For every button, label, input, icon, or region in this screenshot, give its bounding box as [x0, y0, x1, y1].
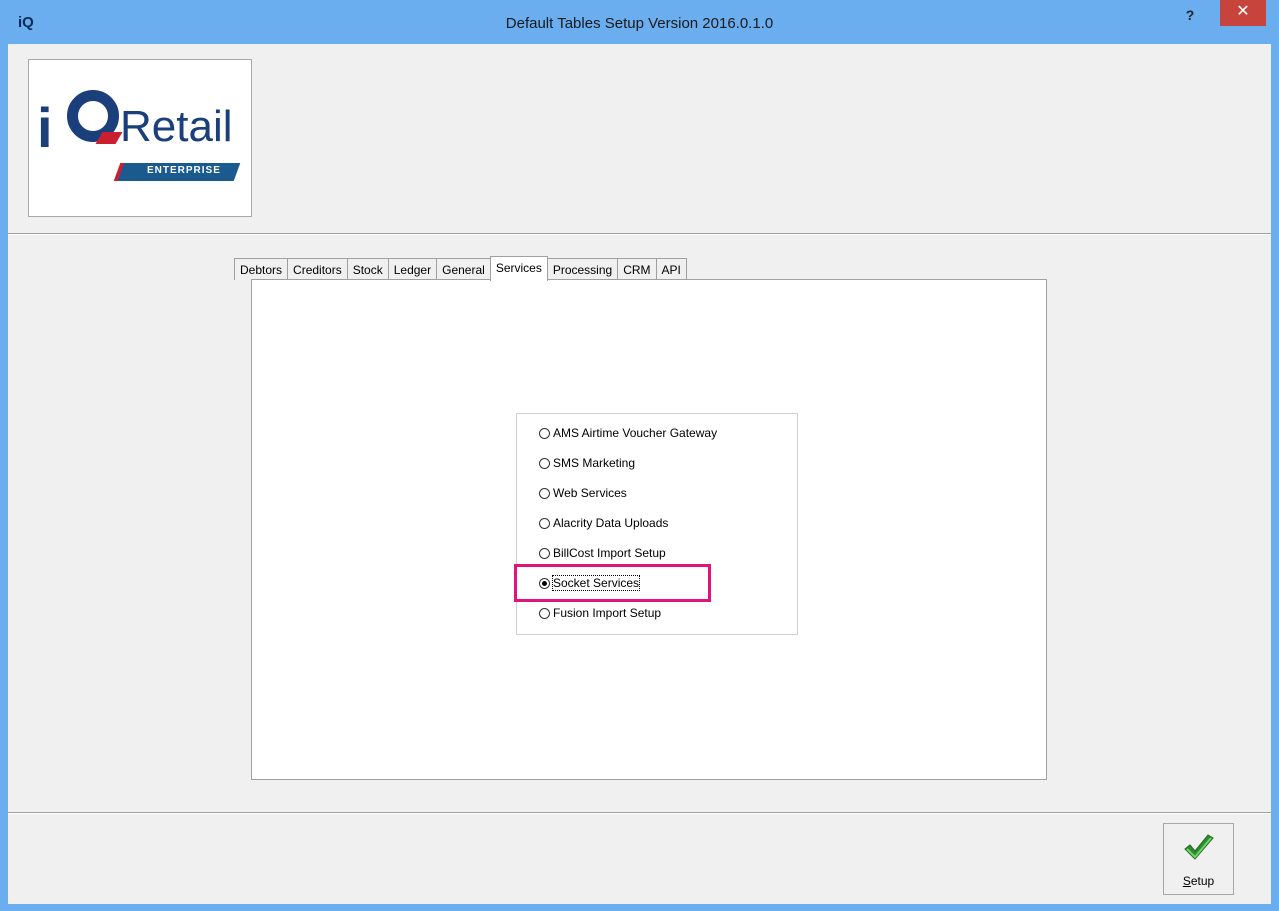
radio-circle-icon[interactable] — [539, 547, 550, 559]
radio-label[interactable]: SMS Marketing — [553, 456, 635, 470]
tab-debtors[interactable]: Debtors — [234, 258, 289, 280]
tab-creditors[interactable]: Creditors — [287, 258, 348, 280]
radio-circle-icon[interactable] — [539, 457, 550, 469]
highlight-box — [514, 564, 711, 602]
tab-strip: Debtors Creditors Stock Ledger General S… — [234, 256, 687, 281]
radio-label[interactable]: BillCost Import Setup — [553, 546, 666, 560]
radio-alacrity-data-uploads[interactable]: Alacrity Data Uploads — [539, 513, 668, 533]
radio-circle-icon[interactable] — [539, 517, 550, 529]
radio-circle-icon[interactable] — [539, 607, 550, 619]
radio-sms-marketing[interactable]: SMS Marketing — [539, 453, 635, 473]
logo-i-letter: i — [37, 96, 53, 159]
help-button[interactable]: ? — [1175, 6, 1205, 28]
radio-billcost-import[interactable]: BillCost Import Setup — [539, 543, 666, 563]
radio-circle-icon[interactable] — [539, 487, 550, 499]
radio-ams-airtime[interactable]: AMS Airtime Voucher Gateway — [539, 423, 717, 443]
iq-retail-logo: i Retail ENTERPRISE — [28, 59, 252, 217]
tab-api[interactable]: API — [655, 258, 687, 280]
header-divider — [8, 233, 1271, 235]
radio-fusion-import[interactable]: Fusion Import Setup — [539, 603, 661, 623]
setup-button-label: Setup — [1182, 874, 1215, 888]
window-title: Default Tables Setup Version 2016.0.1.0 — [505, 15, 774, 32]
title-bar[interactable]: iQ Default Tables Setup Version 2016.0.1… — [0, 0, 1279, 44]
client-area: i Retail ENTERPRISE Debtors Creditors St… — [8, 44, 1271, 904]
tab-crm[interactable]: CRM — [617, 258, 657, 280]
tab-services[interactable]: Services — [489, 256, 548, 281]
tab-processing[interactable]: Processing — [546, 258, 619, 280]
tab-stock[interactable]: Stock — [346, 258, 389, 280]
radio-circle-icon[interactable] — [539, 427, 550, 439]
logo-brand-text: Retail — [120, 102, 233, 151]
radio-label[interactable]: Fusion Import Setup — [553, 606, 661, 620]
setup-button[interactable]: Setup — [1163, 823, 1234, 895]
footer-divider — [8, 812, 1271, 814]
app-window: iQ Default Tables Setup Version 2016.0.1… — [0, 0, 1279, 911]
tab-ledger[interactable]: Ledger — [387, 258, 438, 280]
radio-label[interactable]: Alacrity Data Uploads — [553, 516, 668, 530]
logo-sub-text: ENTERPRISE — [147, 165, 221, 176]
services-radio-group: AMS Airtime Voucher Gateway SMS Marketin… — [514, 413, 798, 635]
green-check-icon — [1184, 834, 1214, 860]
tab-general[interactable]: General — [436, 258, 491, 280]
radio-web-services[interactable]: Web Services — [539, 483, 627, 503]
radio-label[interactable]: Web Services — [553, 486, 627, 500]
close-button[interactable]: ✕ — [1220, 0, 1266, 26]
radio-label[interactable]: AMS Airtime Voucher Gateway — [553, 426, 717, 440]
services-tab-panel: AMS Airtime Voucher Gateway SMS Marketin… — [251, 279, 1047, 780]
